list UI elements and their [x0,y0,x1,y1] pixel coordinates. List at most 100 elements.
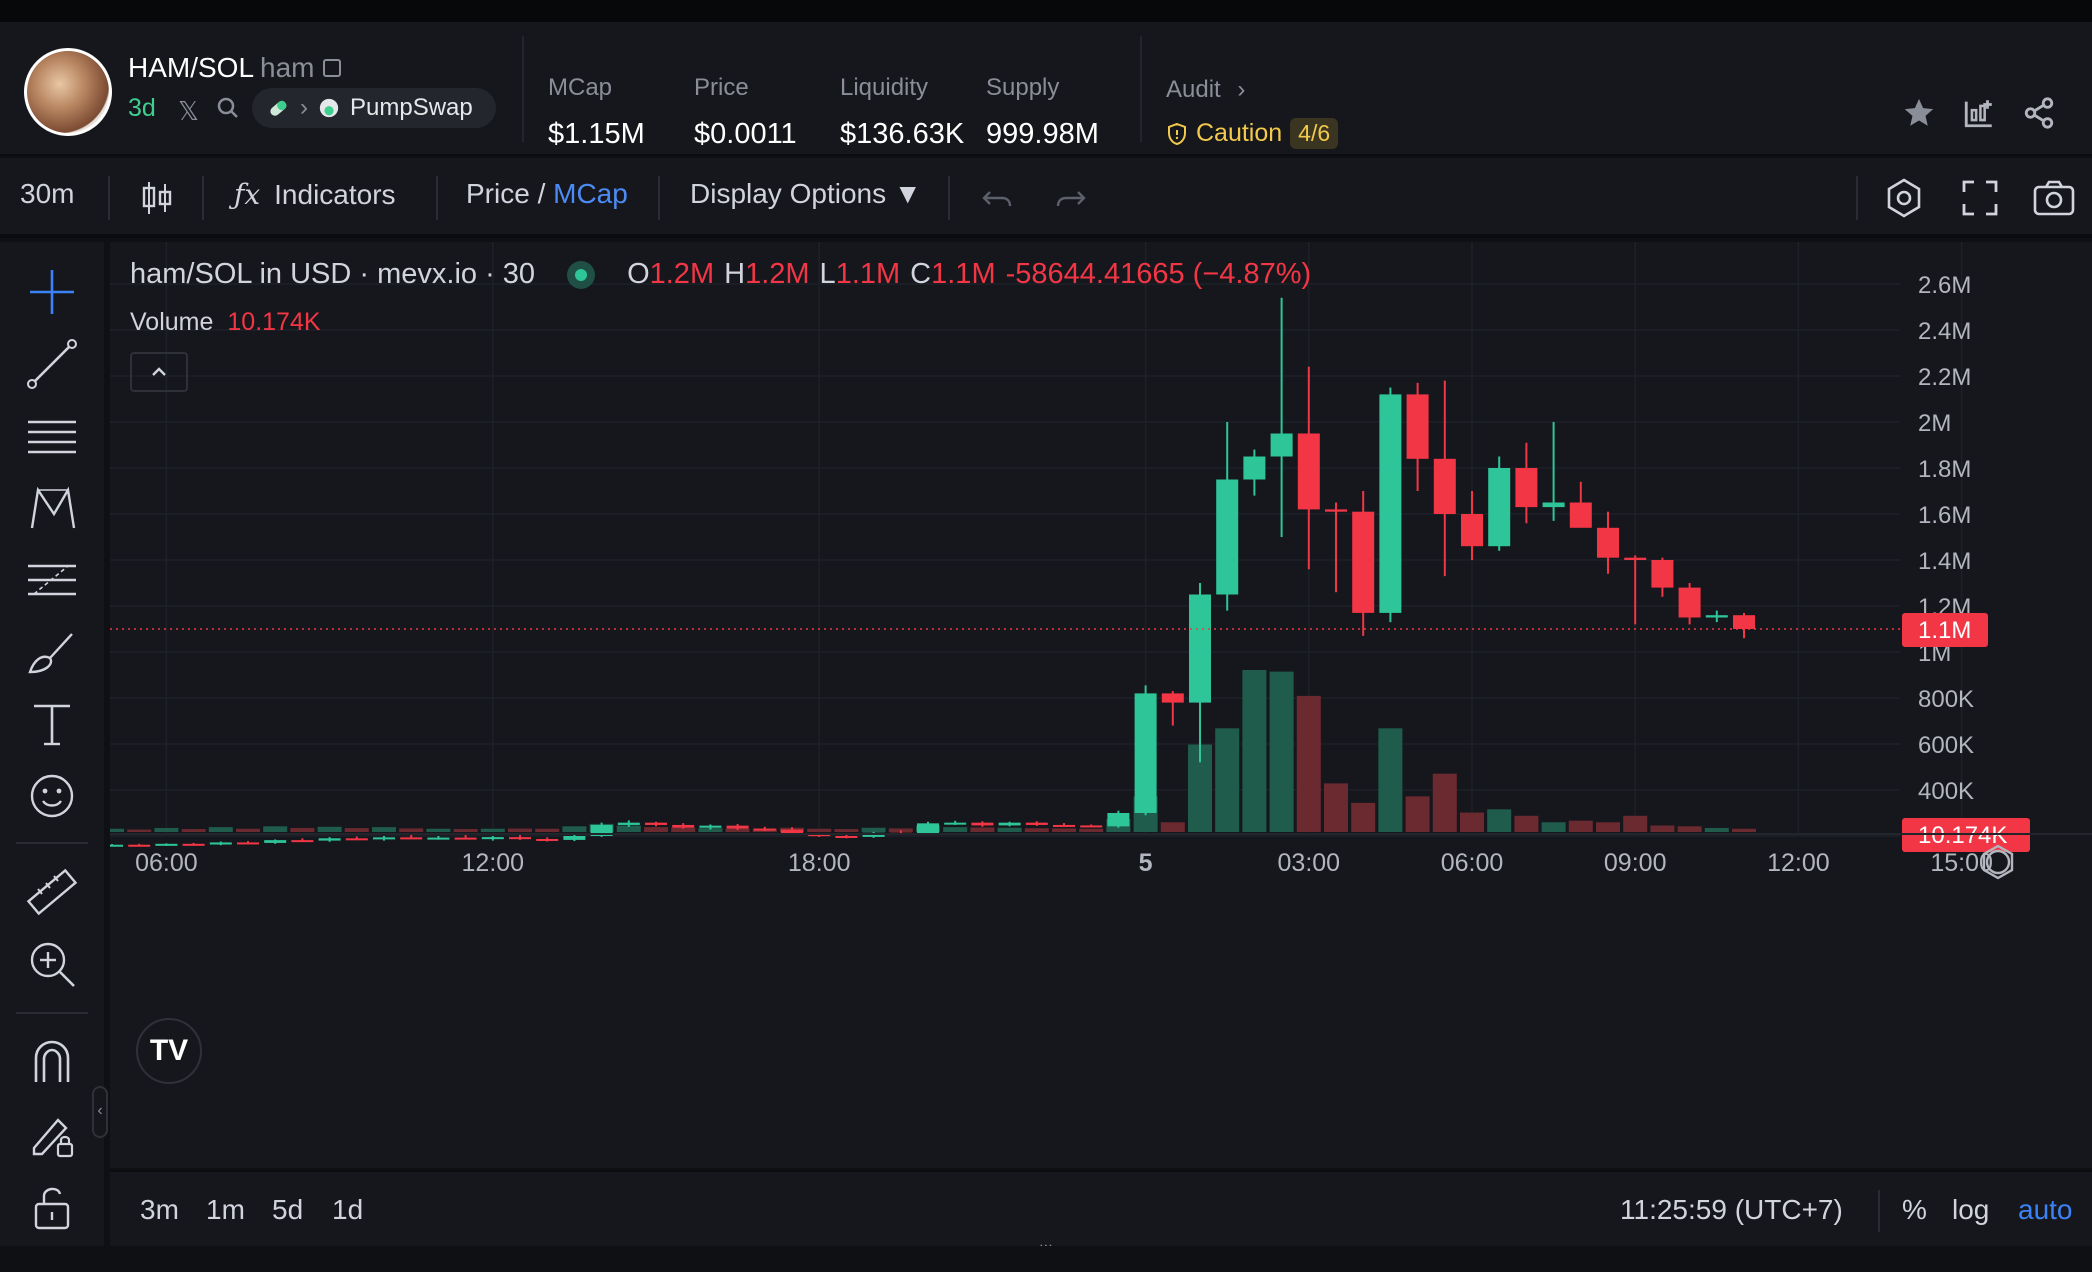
candle-body [1461,514,1483,547]
candle-style-icon[interactable] [140,178,174,218]
candle-body [753,828,776,831]
toolbar-divider [658,176,660,220]
settings-icon[interactable] [1882,176,1926,220]
volume-bar [127,829,152,832]
volume-bar [807,828,832,832]
candle-body [454,837,477,840]
compare-chart-icon[interactable] [1962,96,1996,130]
auto-toggle[interactable]: auto [2018,1194,2073,1226]
x-twitter-icon[interactable]: 𝕏 [178,96,199,127]
redo-icon[interactable] [1054,182,1088,214]
time-axis-label: 03:00 [1278,849,1341,877]
trend-line-icon[interactable] [24,336,80,392]
search-icon[interactable] [216,96,240,120]
stat-label: MCap [548,74,613,101]
crosshair-icon[interactable] [24,264,80,320]
candle-body [726,825,749,829]
collapse-legend-button[interactable] [130,352,188,392]
pair-name: HAM/SOL [128,52,255,83]
stat-label: Supply [986,74,1060,101]
fib-retracement-icon[interactable] [24,552,80,608]
volume-bar [290,827,315,832]
undo-icon[interactable] [980,182,1014,214]
stat-supply: Supply 999.98M [986,74,1099,151]
brush-icon[interactable] [24,624,80,680]
candle-body [998,822,1021,826]
dex-name: PumpSwap [350,94,473,121]
live-dot-icon [567,260,596,289]
timezone-clock[interactable]: 11:25:59 (UTC+7) [1620,1194,1843,1226]
display-options-button[interactable]: Display Options ▼ [690,178,922,210]
lock-drawing-icon[interactable] [24,1106,80,1162]
timeframe-5d[interactable]: 5d [272,1194,303,1226]
candle-body [1189,594,1211,703]
volume-bar [1242,670,1267,832]
tradingview-logo[interactable]: TV [136,1018,202,1084]
timeframe-3m[interactable]: 3m [140,1194,179,1226]
price-axis-label: 800K [1918,686,1974,713]
dex-pill[interactable]: › PumpSwap [252,88,496,128]
mcap-option[interactable]: MCap [553,178,628,209]
magnet-icon[interactable] [24,1034,80,1090]
price-option[interactable]: Price [466,178,530,209]
unlock-icon[interactable] [24,1178,80,1234]
emoji-icon[interactable] [24,768,80,824]
volume-bar [1568,820,1593,832]
collapse-sidebar-handle[interactable]: ‹ [92,1086,108,1138]
volume-bar [181,829,206,832]
token-avatar[interactable] [24,48,112,136]
zoom-in-icon[interactable] [24,936,80,992]
ruler-icon[interactable] [24,864,80,920]
volume-bar [1052,828,1076,832]
toolbar-divider [108,176,110,220]
window-top-strip [0,0,2092,22]
horizontal-lines-icon[interactable] [24,408,80,464]
stat-value: $0.0011 [694,118,797,150]
candle-body [617,822,640,825]
volume-bar [1079,828,1104,832]
camera-icon[interactable] [2032,178,2076,218]
percent-toggle[interactable]: % [1902,1194,1927,1226]
time-axis-label: 12:00 [462,849,525,877]
price-axis-label: 2M [1918,410,1951,437]
volume-bar [1650,825,1675,832]
candle-body [1542,502,1565,508]
chevron-right-icon: › [300,94,308,121]
candle-body [209,842,232,845]
volume-bar [1432,773,1457,832]
volume-bar [1378,728,1403,832]
candle-body [944,822,967,825]
audit-link[interactable]: Audit › [1166,76,1245,104]
copy-icon[interactable] [322,58,341,77]
price-chart[interactable]: 200K400K600K800K1M1.2M1.4M1.6M1.8M2M2.2M… [110,242,2092,1168]
star-icon[interactable] [1902,96,1936,130]
volume-bar [535,828,560,832]
volume-bar [1732,828,1756,832]
volume-bar [1296,695,1321,832]
log-toggle[interactable]: log [1952,1194,1989,1226]
candle-body [110,844,123,847]
share-icon[interactable] [2022,96,2056,130]
indicators-button[interactable]: ƒx Indicators [234,178,396,211]
fullscreen-icon[interactable] [1960,178,2000,218]
token-header: HAM/SOL ham 3d 𝕏 › PumpSwap MCap $1.15M P… [0,22,2092,156]
candle-body [1270,433,1293,457]
volume-bar [834,829,859,832]
pattern-tool-icon[interactable] [24,480,80,536]
pair-ticker: ham [260,52,315,83]
timeframe-1m[interactable]: 1m [206,1194,245,1226]
candle-body [345,838,368,841]
time-axis-label: 18:00 [788,849,851,877]
function-icon: ƒx [234,178,261,211]
timeframe-1d[interactable]: 1d [332,1194,363,1226]
caution-label: Caution [1196,119,1283,147]
candle-body [481,837,504,840]
chart-canvas[interactable]: 200K400K600K800K1M1.2M1.4M1.6M1.8M2M2.2M… [110,242,2092,1168]
footer-strip [0,1246,2092,1272]
candle-body [1597,527,1619,558]
text-tool-icon[interactable] [24,696,80,752]
volume-bar [1160,822,1185,832]
caution-status: Caution 4/6 [1166,118,1339,149]
price-mcap-toggle[interactable]: Price / MCap [466,178,628,210]
interval-selector[interactable]: 30m [20,178,74,210]
